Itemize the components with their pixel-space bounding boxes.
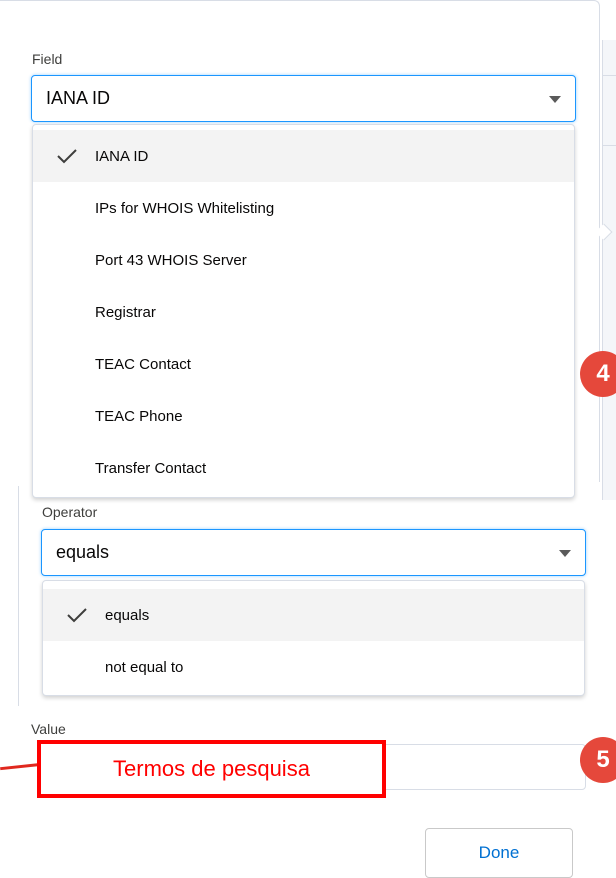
field-selected-value: IANA ID bbox=[46, 88, 111, 108]
operator-label: Operator bbox=[42, 504, 98, 520]
panel-border bbox=[0, 0, 600, 12]
option-label: TEAC Phone bbox=[95, 407, 183, 425]
divider bbox=[602, 75, 616, 76]
option-label: IPs for WHOIS Whitelisting bbox=[95, 199, 275, 217]
field-option-ips-whitelisting[interactable]: IPs for WHOIS Whitelisting bbox=[33, 182, 574, 234]
operator-selected-value: equals bbox=[56, 542, 110, 562]
field-combobox[interactable]: IANA ID bbox=[31, 75, 576, 122]
check-icon bbox=[56, 148, 78, 164]
caret-down-icon[interactable] bbox=[549, 95, 561, 103]
check-icon bbox=[66, 607, 88, 623]
divider bbox=[602, 145, 616, 146]
field-listbox: IANA ID IPs for WHOIS Whitelisting Port … bbox=[32, 124, 575, 498]
option-label: Transfer Contact bbox=[95, 459, 207, 477]
field-option-registrar[interactable]: Registrar bbox=[33, 286, 574, 338]
field-label: Field bbox=[32, 51, 63, 67]
option-label: Registrar bbox=[95, 303, 156, 321]
field-option-iana-id[interactable]: IANA ID bbox=[33, 130, 574, 182]
annotation-connector bbox=[0, 763, 41, 771]
divider bbox=[18, 486, 19, 706]
panel-divider bbox=[599, 12, 600, 482]
background-panel bbox=[602, 40, 616, 500]
field-option-transfer-contact[interactable]: Transfer Contact bbox=[33, 442, 574, 494]
field-option-port-43[interactable]: Port 43 WHOIS Server bbox=[33, 234, 574, 286]
option-label: equals bbox=[105, 606, 150, 624]
option-label: TEAC Contact bbox=[95, 355, 191, 373]
option-label: IANA ID bbox=[95, 147, 149, 165]
operator-listbox: equals not equal to bbox=[42, 580, 585, 696]
step-badge-4: 4 bbox=[580, 351, 616, 397]
value-label: Value bbox=[31, 721, 66, 737]
operator-option-equals[interactable]: equals bbox=[43, 589, 584, 641]
operator-combobox[interactable]: equals bbox=[41, 529, 586, 576]
field-option-teac-phone[interactable]: TEAC Phone bbox=[33, 390, 574, 442]
annotation-callout: Termos de pesquisa bbox=[37, 740, 386, 798]
field-option-teac-contact[interactable]: TEAC Contact bbox=[33, 338, 574, 390]
caret-down-icon[interactable] bbox=[559, 549, 571, 557]
operator-option-not-equal[interactable]: not equal to bbox=[43, 641, 584, 693]
option-label: not equal to bbox=[105, 658, 184, 676]
done-button[interactable]: Done bbox=[425, 828, 573, 878]
option-label: Port 43 WHOIS Server bbox=[95, 251, 247, 269]
